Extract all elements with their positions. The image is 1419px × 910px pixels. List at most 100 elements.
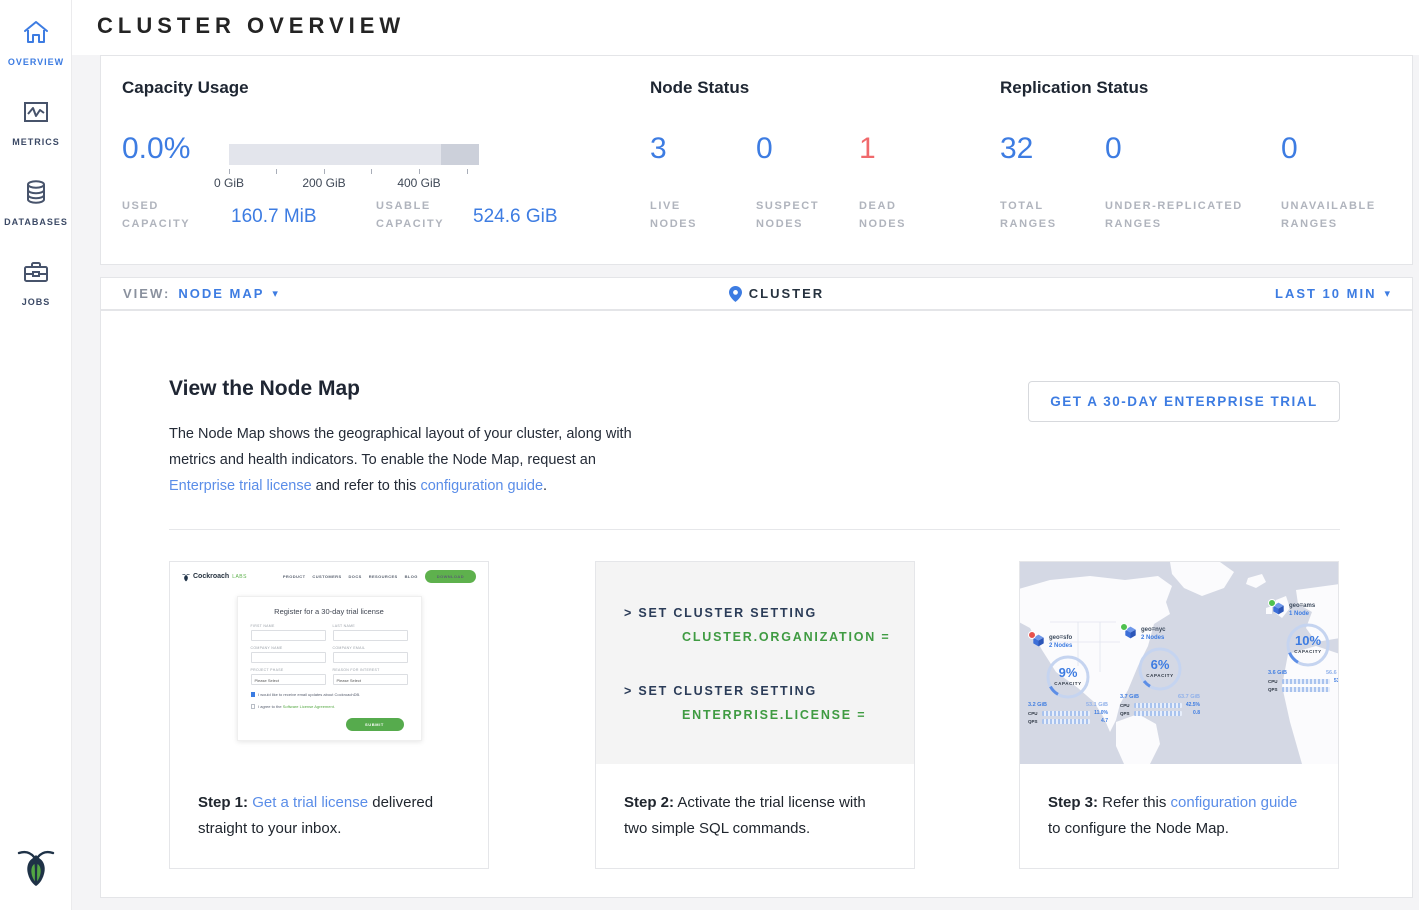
axis-tick <box>229 169 230 174</box>
locality-node-count: 2 Nodes <box>1049 642 1072 650</box>
mini-nav-product: PRODUCT <box>283 574 306 579</box>
mini-cockroach-icon <box>182 572 190 582</box>
mini-license-agreement-link: Software License Agreement. <box>283 704 335 709</box>
node-status-dot-live <box>1268 599 1276 607</box>
view-selector-dropdown[interactable]: NODE MAP <box>178 286 264 301</box>
sidebar-item-label: METRICS <box>12 137 60 147</box>
mini-nav-resources: RESOURCES <box>369 574 398 579</box>
axis-tick <box>371 169 372 174</box>
cockroach-icon <box>17 843 55 887</box>
chevron-down-icon[interactable]: ▾ <box>1384 287 1390 300</box>
mini-submit-button: SUBMIT <box>346 718 404 731</box>
step3-caption: Step 3: Refer this configuration guide t… <box>1020 764 1338 842</box>
view-label: VIEW: <box>123 286 170 301</box>
sidebar-item-metrics[interactable]: METRICS <box>0 98 72 150</box>
node-status-dot-dead <box>1028 631 1036 639</box>
node-status-dot-live <box>1120 623 1128 631</box>
sidebar-item-overview[interactable]: OVERVIEW <box>0 18 72 70</box>
step1-card: Cockroach LABS PRODUCT CUSTOMERS DOCS RE… <box>169 561 489 869</box>
mini-form-title: Register for a 30-day trial license <box>251 607 408 616</box>
cpu-bar <box>1282 679 1330 684</box>
capacity-usage-title: Capacity Usage <box>122 78 249 98</box>
capacity-used-percent: 0.0% <box>122 132 190 166</box>
get-trial-license-link[interactable]: Get a trial license <box>252 794 368 811</box>
mini-download-button: DOWNLOAD <box>425 570 476 583</box>
mini-input-first-name <box>251 630 326 641</box>
step2-caption: Step 2: Activate the trial license with … <box>596 764 914 842</box>
total-ranges-label: TOTALRANGES <box>1000 197 1057 233</box>
enterprise-trial-license-link[interactable]: Enterprise trial license <box>169 478 312 494</box>
dead-nodes-count: 1 <box>859 132 876 166</box>
sql-arg-2: ENTERPRISE.LICENSE = <box>682 708 866 722</box>
cockroachdb-logo <box>0 843 72 892</box>
locality-name: geo=ams <box>1289 602 1315 610</box>
axis-tick <box>324 169 325 174</box>
view-bar: VIEW: NODE MAP ▾ CLUSTER LAST 10 MIN ▾ <box>100 277 1413 310</box>
mini-select-reason: Please Select <box>333 674 408 685</box>
capacity-bar-reserved-segment <box>441 144 479 165</box>
capacity-gauge: 9% CAPACITY <box>1044 653 1092 701</box>
page-title: CLUSTER OVERVIEW <box>97 13 405 39</box>
home-icon <box>22 18 50 46</box>
mini-select-project-phase: Please Select <box>251 674 326 685</box>
usable-capacity-label: USABLECAPACITY <box>376 197 444 233</box>
mini-nav-blog: BLOG <box>405 574 418 579</box>
sql-command-1: > SET CLUSTER SETTING <box>624 606 817 620</box>
section-divider <box>169 529 1340 530</box>
replication-status-title: Replication Status <box>1000 78 1148 98</box>
mini-nav-customers: CUSTOMERS <box>312 574 341 579</box>
capacity-bar <box>229 144 479 165</box>
sidebar-item-jobs[interactable]: JOBS <box>0 258 72 310</box>
under-replicated-ranges-count: 0 <box>1105 132 1122 166</box>
axis-tick-label: 400 GiB <box>397 176 440 190</box>
usable-capacity-value: 524.6 GiB <box>473 206 558 228</box>
step3-card: geo=sfo 2 Nodes 9% CAPACITY 3.2 GiB53.1 … <box>1019 561 1339 869</box>
under-replicated-ranges-label: UNDER-REPLICATEDRANGES <box>1105 197 1243 233</box>
step2-card: > SET CLUSTER SETTING CLUSTER.ORGANIZATI… <box>595 561 915 869</box>
time-range-dropdown[interactable]: LAST 10 MIN <box>1275 286 1376 301</box>
mini-input-last-name <box>333 630 408 641</box>
axis-tick <box>276 169 277 174</box>
locality-node-count: 2 Nodes <box>1141 634 1166 642</box>
suspect-nodes-count: 0 <box>756 132 773 166</box>
mini-nav-docs: DOCS <box>349 574 362 579</box>
used-capacity-value: 160.7 MiB <box>231 206 317 228</box>
step1-caption: Step 1: Get a trial license delivered st… <box>170 764 488 842</box>
sql-arg-1: CLUSTER.ORGANIZATION = <box>682 630 890 644</box>
node-map-badge-sfo: geo=sfo 2 Nodes 9% CAPACITY 3.2 GiB53.1 … <box>1028 634 1108 724</box>
jobs-icon <box>22 258 50 286</box>
databases-icon <box>22 178 50 206</box>
axis-tick-label: 200 GiB <box>302 176 345 190</box>
enterprise-trial-button[interactable]: GET A 30-DAY ENTERPRISE TRIAL <box>1028 381 1340 422</box>
step1-screenshot: Cockroach LABS PRODUCT CUSTOMERS DOCS RE… <box>170 562 488 764</box>
mini-checkbox-updates <box>251 692 256 697</box>
qps-bar <box>1282 687 1330 692</box>
configuration-guide-link-2[interactable]: configuration guide <box>1171 794 1298 811</box>
unavailable-ranges-count: 0 <box>1281 132 1298 166</box>
total-ranges-count: 32 <box>1000 132 1033 166</box>
axis-tick <box>467 169 468 174</box>
step2-sql-snippet: > SET CLUSTER SETTING CLUSTER.ORGANIZATI… <box>596 562 914 764</box>
step3-node-map-preview: geo=sfo 2 Nodes 9% CAPACITY 3.2 GiB53.1 … <box>1020 562 1338 764</box>
locality-node-count: 1 Node <box>1289 610 1315 618</box>
mini-trial-form: Register for a 30-day trial license FIRS… <box>237 596 422 741</box>
suspect-nodes-label: SUSPECTNODES <box>756 197 819 233</box>
sidebar-item-databases[interactable]: DATABASES <box>0 178 72 230</box>
qps-bar <box>1134 711 1182 716</box>
locality-name: geo=sfo <box>1049 634 1072 642</box>
location-pin-icon <box>729 286 742 302</box>
qps-bar <box>1042 719 1090 724</box>
breadcrumb-cluster: CLUSTER <box>749 286 824 301</box>
node-map-description: The Node Map shows the geographical layo… <box>169 421 639 499</box>
locality-name: geo=nyc <box>1141 626 1166 634</box>
mini-input-company-name <box>251 652 326 663</box>
sidebar-item-label: OVERVIEW <box>8 57 64 67</box>
configuration-guide-link[interactable]: configuration guide <box>420 478 543 494</box>
axis-tick <box>419 169 420 174</box>
mini-input-company-email <box>333 652 408 663</box>
sidebar: OVERVIEW METRICS DATABASES JOBS <box>0 0 72 910</box>
capacity-gauge: 10% CAPACITY <box>1284 621 1332 669</box>
dead-nodes-label: DEADNODES <box>859 197 906 233</box>
node-status-title: Node Status <box>650 78 749 98</box>
cpu-bar <box>1134 703 1182 708</box>
